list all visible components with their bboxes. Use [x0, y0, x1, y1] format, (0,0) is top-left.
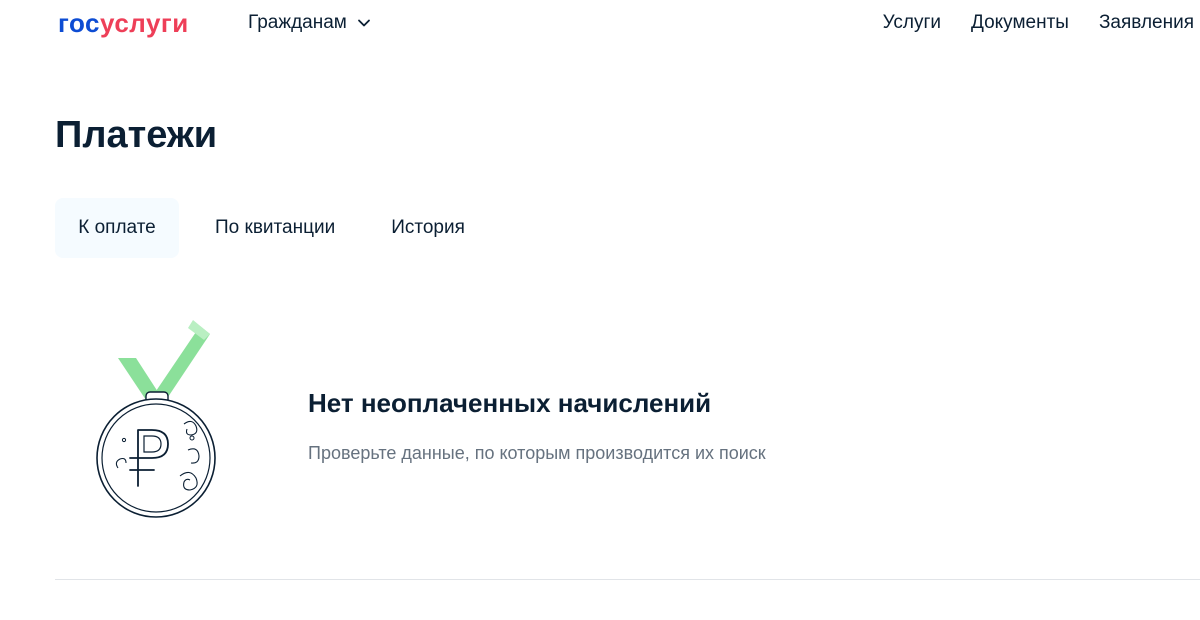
tab-by-receipt[interactable]: По квитанции	[195, 198, 355, 258]
empty-state-title: Нет неоплаченных начислений	[308, 388, 712, 418]
page-title: Платежи	[55, 114, 218, 156]
nav-link-services[interactable]: Услуги	[883, 12, 941, 34]
tab-to-pay[interactable]: К оплате	[55, 198, 179, 258]
logo-part-gos: гос	[58, 8, 100, 38]
gosuslugi-logo[interactable]: госуслуги	[58, 8, 189, 39]
tab-history[interactable]: История	[371, 198, 485, 258]
site-header: госуслуги Гражданам Услуги Документы Зая…	[0, 0, 1200, 48]
nav-link-applications[interactable]: Заявления	[1099, 12, 1194, 34]
payment-tabs: К оплате По квитанции История	[55, 198, 501, 258]
logo-part-uslugi: услуги	[100, 8, 189, 38]
empty-state-text: Проверьте данные, по которым производитс…	[308, 443, 766, 463]
chevron-down-icon	[357, 19, 370, 27]
audience-dropdown[interactable]: Гражданам	[248, 12, 371, 34]
audience-label: Гражданам	[248, 12, 347, 33]
nav-link-documents[interactable]: Документы	[971, 12, 1069, 34]
divider	[55, 579, 1200, 580]
top-nav: Услуги Документы Заявления	[853, 12, 1194, 34]
ruble-medal-icon	[96, 320, 216, 518]
